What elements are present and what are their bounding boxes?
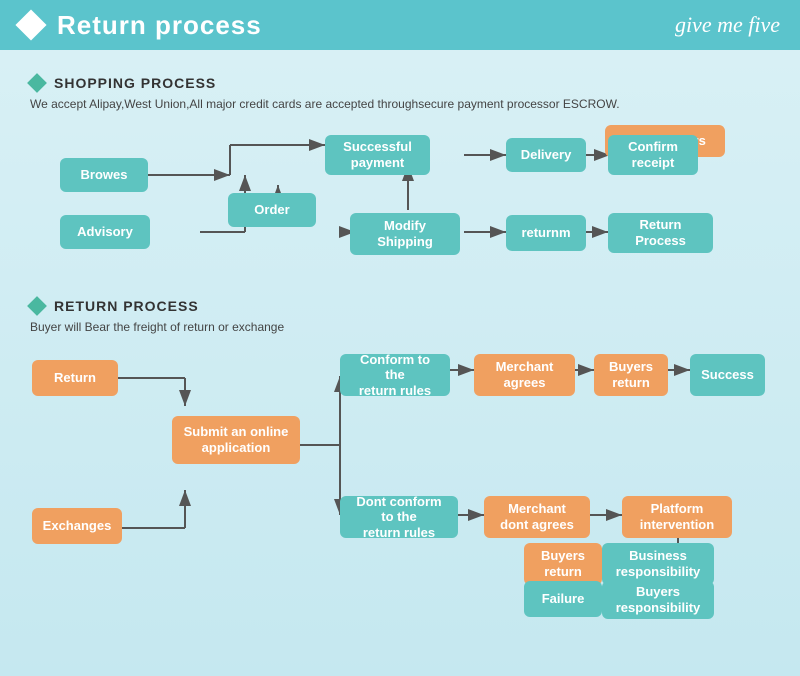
success-box: Success [690,354,765,396]
buyers-return1-box: Buyers return [594,354,668,396]
brand-logo: give me five [675,12,780,38]
page-header: Return process give me five [0,0,800,50]
return-diamond-icon [27,296,47,316]
return-section-header: RETURN PROCESS [30,298,770,314]
shopping-flow-area: Given 5 stars Successful payment Deliver… [30,125,770,280]
return-flow-area: Return Exchanges Submit an online applic… [30,348,770,608]
merchant-dont-box: Merchant dont agrees [484,496,590,538]
return-process-box: Return Process [608,213,713,253]
exchanges-box: Exchanges [32,508,122,544]
header-diamond-icon [15,9,46,40]
platform-intervention-box: Platform intervention [622,496,732,538]
merchant-agrees-box: Merchant agrees [474,354,575,396]
buyers-return2-box: Buyers return [524,543,602,585]
returnm-box: returnm [506,215,586,251]
return-box: Return [32,360,118,396]
failure-box: Failure [524,581,602,617]
business-responsibility-box: Business responsibility [602,543,714,585]
shopping-description: We accept Alipay,West Union,All major cr… [30,97,770,111]
shopping-section-header: SHOPPING PROCESS [30,75,770,91]
modify-shipping-box: Modify Shipping [350,213,460,255]
order-box: Order [228,193,316,227]
successful-payment-box: Successful payment [325,135,430,175]
page-title: Return process [57,10,262,41]
delivery-box: Delivery [506,138,586,172]
shopping-diamond-icon [27,73,47,93]
advisory-box: Advisory [60,215,150,249]
confirm-receipt-box: Confirm receipt [608,135,698,175]
shopping-section-title: SHOPPING PROCESS [54,75,216,91]
browes-box: Browes [60,158,148,192]
conform-rules-box: Conform to the return rules [340,354,450,396]
buyers-responsibility-box: Buyers responsibility [602,581,714,619]
submit-online-box: Submit an online application [172,416,300,464]
return-description: Buyer will Bear the freight of return or… [30,320,770,334]
main-content: SHOPPING PROCESS We accept Alipay,West U… [0,50,800,676]
dont-conform-rules-box: Dont conform to the return rules [340,496,458,538]
return-section-title: RETURN PROCESS [54,298,199,314]
